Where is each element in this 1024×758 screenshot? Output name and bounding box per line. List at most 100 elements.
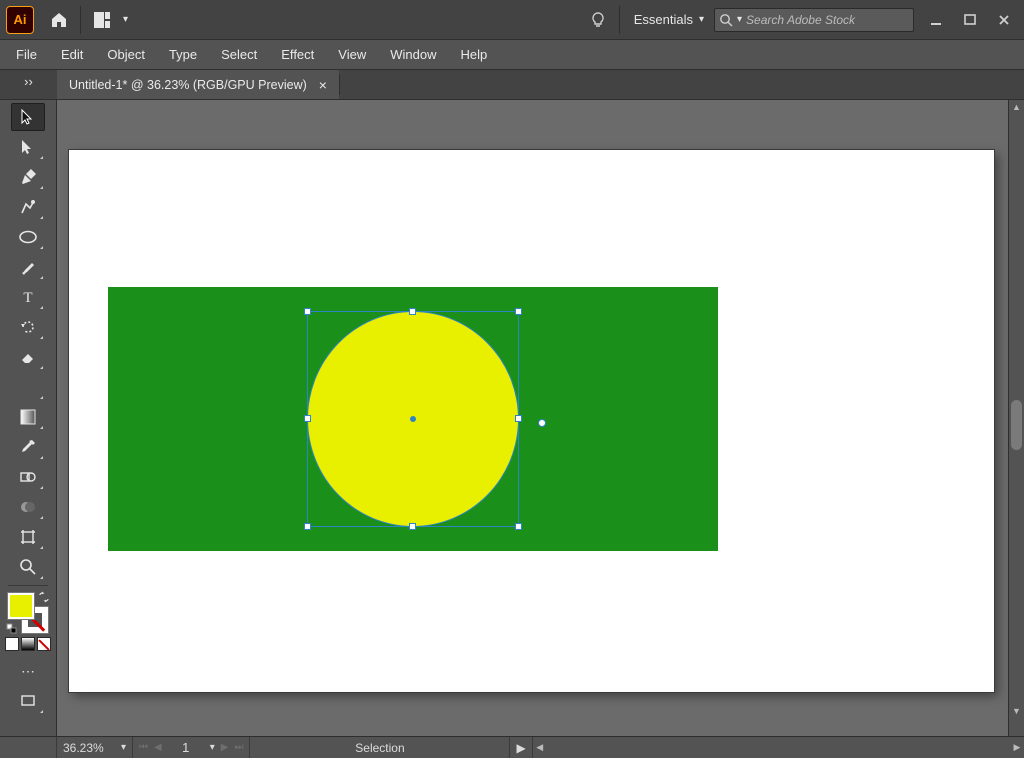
- artboard[interactable]: [69, 150, 994, 692]
- color-mode-button[interactable]: [5, 637, 19, 651]
- status-popup-button[interactable]: ▶: [510, 737, 532, 758]
- menu-window[interactable]: Window: [378, 40, 448, 69]
- workspace-label: Essentials: [634, 12, 693, 27]
- selection-handle-se[interactable]: [515, 523, 522, 530]
- fill-stroke-swatch[interactable]: [8, 593, 48, 633]
- gradient-icon: [20, 409, 36, 425]
- selection-handle-sw[interactable]: [304, 523, 311, 530]
- screen-mode-button[interactable]: [11, 687, 45, 715]
- menu-select[interactable]: Select: [209, 40, 269, 69]
- chevron-down-icon[interactable]: ▾: [121, 742, 126, 753]
- scroll-down-button[interactable]: ▼: [1009, 704, 1024, 718]
- none-mode-button[interactable]: [37, 637, 51, 651]
- stock-search-input[interactable]: [746, 13, 909, 27]
- maximize-button[interactable]: [962, 12, 978, 28]
- stock-search[interactable]: ▾: [714, 8, 914, 32]
- svg-text:T: T: [23, 290, 32, 306]
- minimize-icon: [930, 14, 942, 26]
- selection-handle-n[interactable]: [409, 308, 416, 315]
- menu-effect[interactable]: Effect: [269, 40, 326, 69]
- artboard-navigator: ⏮ ◀ ▾ ▶ ⏭: [133, 737, 250, 758]
- menu-object[interactable]: Object: [95, 40, 157, 69]
- menu-file[interactable]: File: [4, 40, 49, 69]
- tool-type[interactable]: T: [11, 283, 45, 311]
- tool-eraser[interactable]: [11, 343, 45, 371]
- tool-rotate[interactable]: [11, 313, 45, 341]
- document-tab[interactable]: Untitled-1* @ 36.23% (RGB/GPU Preview) ×: [57, 70, 339, 99]
- tool-width[interactable]: [11, 373, 45, 401]
- shape-builder-icon: [19, 498, 37, 516]
- expand-icon[interactable]: ››: [24, 74, 33, 89]
- learn-button[interactable]: [581, 3, 615, 37]
- chevron-down-icon[interactable]: ▾: [737, 14, 742, 25]
- tool-curvature[interactable]: [11, 193, 45, 221]
- home-icon: [49, 10, 69, 30]
- edit-toolbar-button[interactable]: ⋯: [11, 657, 45, 685]
- zoom-value: 36.23%: [63, 741, 117, 755]
- menu-edit[interactable]: Edit: [49, 40, 95, 69]
- arrange-documents-button[interactable]: [85, 3, 119, 37]
- selection-handle-ne[interactable]: [515, 308, 522, 315]
- tool-selection[interactable]: [11, 103, 45, 131]
- vertical-scrollbar[interactable]: ▲ ▼: [1008, 100, 1024, 736]
- minimize-button[interactable]: [928, 12, 944, 28]
- scroll-thumb[interactable]: [1011, 400, 1022, 450]
- tool-zoom[interactable]: [11, 553, 45, 581]
- app-bar: Ai ▾ Essentials ▾ ▾: [0, 0, 1024, 40]
- document-tab-row: ›› Untitled-1* @ 36.23% (RGB/GPU Preview…: [0, 70, 1024, 100]
- live-shape-widget[interactable]: [538, 419, 546, 427]
- status-tool-label: Selection: [250, 737, 510, 758]
- grid-icon: [93, 11, 111, 29]
- fill-swatch[interactable]: [8, 593, 34, 619]
- direct-selection-icon: [19, 138, 37, 156]
- menu-type[interactable]: Type: [157, 40, 209, 69]
- window-controls: [928, 12, 1012, 28]
- next-artboard-button[interactable]: ▶: [221, 742, 229, 753]
- tool-eyedropper[interactable]: [11, 433, 45, 461]
- close-icon: [998, 14, 1010, 26]
- last-artboard-button[interactable]: ⏭: [234, 742, 243, 753]
- pen-icon: [19, 168, 37, 186]
- artboard-icon: [19, 528, 37, 546]
- app-logo-text: Ai: [14, 12, 27, 27]
- app-logo: Ai: [6, 6, 34, 34]
- canvas[interactable]: [57, 100, 1008, 736]
- screen-mode-icon: [20, 693, 36, 709]
- default-fill-stroke-icon[interactable]: [6, 623, 18, 635]
- tool-blend[interactable]: [11, 463, 45, 491]
- toolbox: T ⋯: [0, 100, 57, 736]
- tool-paintbrush[interactable]: [11, 253, 45, 281]
- ellipse-icon: [18, 229, 38, 245]
- selection-handle-nw[interactable]: [304, 308, 311, 315]
- tool-shape-builder[interactable]: [11, 493, 45, 521]
- tool-ellipse[interactable]: [11, 223, 45, 251]
- selection-bounding-box[interactable]: [307, 311, 519, 527]
- home-button[interactable]: [42, 3, 76, 37]
- first-artboard-button[interactable]: ⏮: [139, 742, 148, 753]
- gradient-mode-button[interactable]: [21, 637, 35, 651]
- artboard-index-input[interactable]: [168, 740, 204, 755]
- workspace-switcher[interactable]: Essentials ▾: [624, 3, 714, 37]
- tool-gradient[interactable]: [11, 403, 45, 431]
- chevron-down-icon[interactable]: ▾: [210, 742, 215, 753]
- close-button[interactable]: [996, 12, 1012, 28]
- menu-bar: File Edit Object Type Select Effect View…: [0, 40, 1024, 70]
- menu-help[interactable]: Help: [448, 40, 499, 69]
- selection-handle-e[interactable]: [515, 415, 522, 422]
- selection-handle-w[interactable]: [304, 415, 311, 422]
- swap-fill-stroke-icon[interactable]: [38, 591, 50, 603]
- prev-artboard-button[interactable]: ◀: [154, 742, 162, 753]
- rotate-icon: [19, 318, 37, 336]
- tool-artboard[interactable]: [11, 523, 45, 551]
- lightbulb-icon: [589, 11, 607, 29]
- selection-handle-s[interactable]: [409, 523, 416, 530]
- scroll-up-button[interactable]: ▲: [1009, 100, 1024, 114]
- tab-close-button[interactable]: ×: [319, 78, 327, 92]
- document-tab-title: Untitled-1* @ 36.23% (RGB/GPU Preview): [69, 78, 307, 92]
- zoom-control[interactable]: 36.23% ▾: [57, 737, 133, 758]
- chevron-down-icon[interactable]: ▾: [123, 14, 128, 25]
- tool-pen[interactable]: [11, 163, 45, 191]
- tool-direct-selection[interactable]: [11, 133, 45, 161]
- selection-center[interactable]: [410, 416, 416, 422]
- menu-view[interactable]: View: [326, 40, 378, 69]
